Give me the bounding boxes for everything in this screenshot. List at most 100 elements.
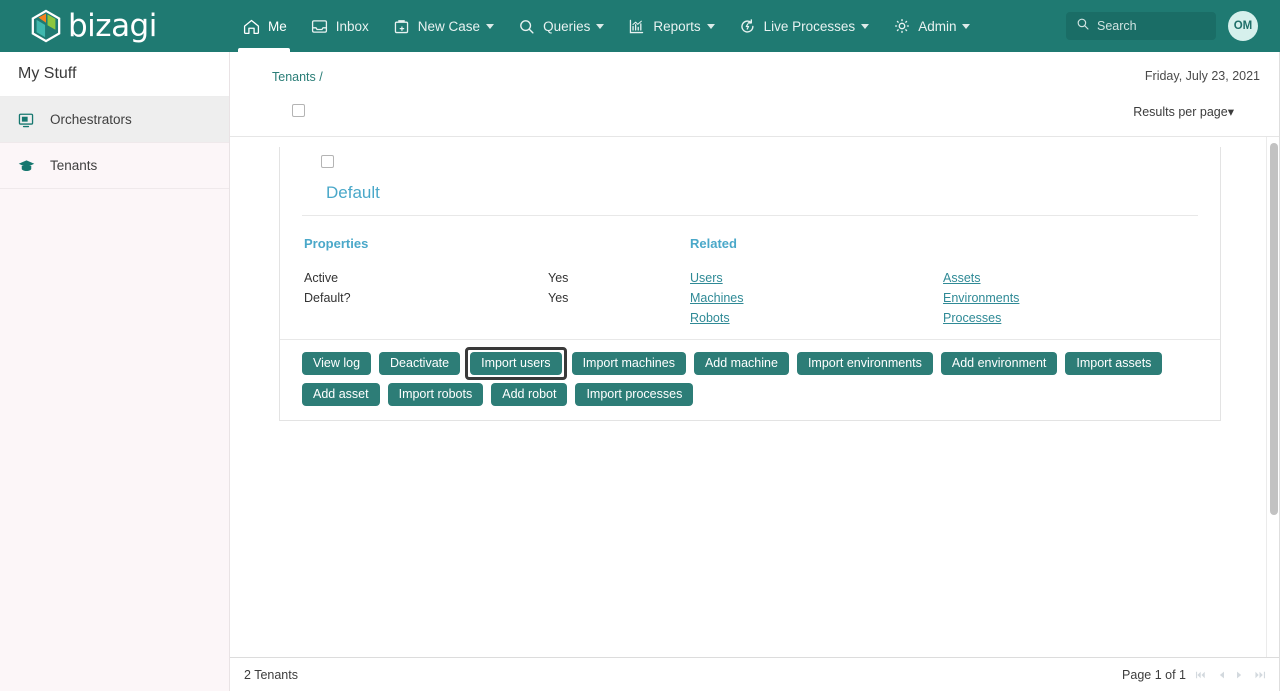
current-date-label: Friday, July 23, 2021 <box>1144 69 1260 83</box>
related-link-processes[interactable]: Processes <box>943 311 1196 325</box>
bar-chart-icon <box>626 16 647 37</box>
import-processes-button[interactable]: Import processes <box>575 383 694 406</box>
previous-page-button[interactable] <box>1217 670 1226 680</box>
graduation-cap-icon <box>14 156 38 176</box>
related-column-one: Users Machines Robots <box>690 271 943 331</box>
pagination: Page 1 of 1 <box>1122 668 1280 682</box>
content-header: Tenants / Friday, July 23, 2021 Results … <box>230 52 1280 137</box>
nav-label-admin: Admin <box>918 18 957 34</box>
import-assets-button[interactable]: Import assets <box>1065 352 1163 375</box>
avatar[interactable]: OM <box>1228 11 1258 41</box>
add-machine-button[interactable]: Add machine <box>693 352 789 375</box>
chevron-down-icon <box>861 23 870 29</box>
nav-item-queries[interactable]: Queries <box>505 0 615 52</box>
sidebar-title: My Stuff <box>0 52 229 97</box>
tenant-row-checkbox[interactable] <box>321 155 334 168</box>
chevron-down-icon <box>706 23 715 29</box>
import-users-focus-ring: Import users <box>465 347 567 380</box>
properties-section: Properties Active Yes Default? Yes <box>304 236 690 331</box>
related-heading: Related <box>690 236 737 251</box>
sidebar-item-label-tenants: Tenants <box>50 158 98 173</box>
bizagi-cube-logo-icon <box>30 9 62 43</box>
related-link-robots[interactable]: Robots <box>690 311 943 325</box>
tenant-card-default: Default Properties Active Yes Default? Y… <box>279 147 1221 421</box>
first-page-button[interactable] <box>1195 670 1208 680</box>
related-link-environments[interactable]: Environments <box>943 291 1196 305</box>
add-robot-button[interactable]: Add robot <box>491 383 568 406</box>
monitor-screen-icon <box>14 110 38 130</box>
nav-label-me: Me <box>268 18 287 34</box>
content-scrollbar-thumb[interactable] <box>1270 143 1278 515</box>
tenant-count-label: 2 Tenants <box>244 667 298 682</box>
live-process-refresh-icon <box>737 16 758 37</box>
nav-item-live-processes[interactable]: Live Processes <box>726 0 881 52</box>
sidebar-item-tenants[interactable]: Tenants <box>0 143 229 189</box>
nav-item-me[interactable]: Me <box>230 0 298 52</box>
next-page-button[interactable] <box>1235 670 1244 680</box>
content-scrollbar[interactable] <box>1266 137 1280 657</box>
results-scroll-area: Default Properties Active Yes Default? Y… <box>230 137 1280 657</box>
nav-label-inbox: Inbox <box>335 18 369 34</box>
page-indicator: Page 1 of 1 <box>1122 667 1186 682</box>
related-section: Related Users Machines Robots Assets Env… <box>690 236 1196 331</box>
properties-heading: Properties <box>304 236 369 251</box>
select-all-checkbox-wrap <box>292 104 305 117</box>
last-page-button[interactable] <box>1253 670 1266 680</box>
related-link-users[interactable]: Users <box>690 271 943 285</box>
search-placeholder: Search <box>1097 19 1137 33</box>
nav-label-live-processes: Live Processes <box>763 18 856 34</box>
results-per-page-dropdown[interactable]: Results per page▾ <box>1133 104 1234 119</box>
tenant-card-body: Properties Active Yes Default? Yes Relat… <box>280 216 1220 339</box>
tenant-card-title[interactable]: Default <box>302 177 1198 216</box>
add-environment-button[interactable]: Add environment <box>940 352 1058 375</box>
related-link-machines[interactable]: Machines <box>690 291 943 305</box>
sidebar-item-orchestrators[interactable]: Orchestrators <box>0 97 229 143</box>
nav-item-reports[interactable]: Reports <box>615 0 725 52</box>
primary-nav: Me Inbox New Case Queries Reports Live P… <box>230 0 981 52</box>
sidebar: My Stuff Orchestrators Tenants <box>0 52 230 691</box>
property-row-default: Default? Yes <box>304 291 690 305</box>
property-value-default: Yes <box>548 291 569 305</box>
tenant-card-checkbox-row <box>280 147 1220 177</box>
related-column-two: Assets Environments Processes <box>943 271 1196 331</box>
briefcase-plus-icon <box>391 16 412 37</box>
main-content: Tenants / Friday, July 23, 2021 Results … <box>230 52 1280 691</box>
property-key-active: Active <box>304 271 339 285</box>
brand-name: bizagi <box>68 7 157 44</box>
chevron-down-icon: ▾ <box>1227 105 1234 119</box>
nav-item-inbox[interactable]: Inbox <box>298 0 380 52</box>
chevron-down-icon <box>486 23 495 29</box>
view-log-button[interactable]: View log <box>302 352 372 375</box>
select-all-checkbox[interactable] <box>292 104 305 117</box>
nav-item-new-case[interactable]: New Case <box>380 0 505 52</box>
property-row-active: Active Yes <box>304 271 690 285</box>
top-navigation-bar: bizagi Me Inbox New Case Queries Reports… <box>0 0 1280 52</box>
related-links-columns: Users Machines Robots Assets Environment… <box>690 271 1196 331</box>
chevron-down-icon <box>962 23 971 29</box>
import-environments-button[interactable]: Import environments <box>796 352 933 375</box>
search-input[interactable]: Search <box>1066 12 1216 40</box>
import-machines-button[interactable]: Import machines <box>571 352 686 375</box>
related-link-assets[interactable]: Assets <box>943 271 1196 285</box>
nav-label-new-case: New Case <box>417 18 481 34</box>
add-asset-button[interactable]: Add asset <box>302 383 380 406</box>
search-icon <box>1076 17 1090 36</box>
brand-logo[interactable]: bizagi <box>0 0 230 52</box>
property-key-default: Default? <box>304 291 351 305</box>
search-magnifier-icon <box>516 16 537 37</box>
deactivate-button[interactable]: Deactivate <box>379 352 461 375</box>
chevron-down-icon <box>596 23 605 29</box>
tenant-card-actions: View log Deactivate Import users Import … <box>280 339 1220 420</box>
inbox-tray-icon <box>309 16 330 37</box>
nav-label-reports: Reports <box>653 18 701 34</box>
property-value-active: Yes <box>548 271 569 285</box>
top-nav-right-group: Search OM <box>1066 11 1280 41</box>
home-icon <box>241 16 262 37</box>
import-users-button[interactable]: Import users <box>470 352 562 375</box>
nav-label-queries: Queries <box>543 18 591 34</box>
gear-icon <box>891 16 912 37</box>
import-robots-button[interactable]: Import robots <box>387 383 484 406</box>
nav-item-admin[interactable]: Admin <box>880 0 981 52</box>
breadcrumb[interactable]: Tenants / <box>272 70 323 84</box>
results-per-page-label: Results per page <box>1133 105 1228 119</box>
